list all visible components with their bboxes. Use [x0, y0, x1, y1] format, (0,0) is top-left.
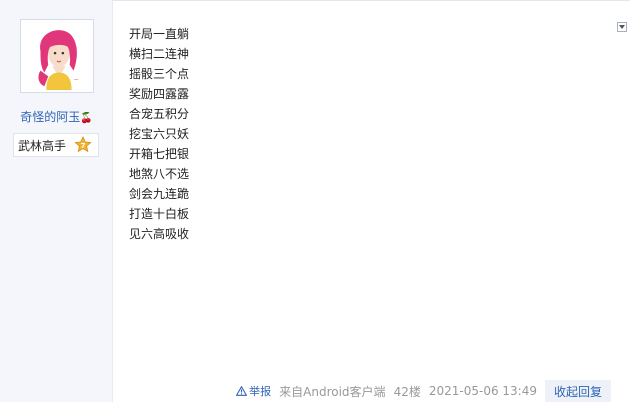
post-source: 来自Android客户端 [279, 384, 386, 399]
post-content: 开局一直躺 横扫二连神 摇骰三个点 奖励四露露 合宠五积分 挖宝六只妖 开箱七把… [129, 24, 189, 244]
collapse-replies-button[interactable]: 收起回复 [544, 380, 611, 402]
rank-badge-box: 武林高手 7 [13, 133, 99, 157]
post-line: 地煞八不选 [129, 167, 190, 181]
rank-level-number: 7 [81, 141, 86, 150]
top-divider [113, 0, 630, 1]
post-line: 合宠五积分 [129, 107, 190, 121]
warning-icon [236, 386, 248, 396]
post-line: 奖励四露露 [129, 87, 190, 101]
post-line: 挖宝六只妖 [129, 127, 190, 141]
author-sidebar: ~ 奇怪的阿玉🍒 武林高手 7 [0, 0, 113, 402]
avatar-image: ~ [23, 22, 91, 90]
post-line: 见六高吸收 [129, 227, 190, 241]
post-menu-toggle[interactable] [617, 22, 627, 32]
svg-text:~: ~ [74, 76, 80, 84]
report-link[interactable]: 举报 [236, 383, 271, 399]
cherry-icon: 🍒 [80, 113, 93, 124]
post-line: 开箱七把银 [129, 147, 190, 161]
rank-level-icon: 7 [74, 136, 92, 153]
post-line: 横扫二连神 [129, 47, 190, 61]
rank-title: 武林高手 [18, 138, 67, 153]
avatar[interactable]: ~ [20, 19, 94, 93]
post-line: 剑会九连跪 [129, 187, 190, 201]
report-label[interactable]: 举报 [249, 383, 271, 399]
post-line: 开局一直躺 [129, 27, 190, 41]
post-timestamp: 2021-05-06 13:49 [428, 384, 537, 398]
chevron-down-icon [619, 25, 625, 29]
post-line: 摇骰三个点 [129, 67, 190, 81]
floor-number: 42楼 [393, 384, 421, 399]
post-line: 打造十白板 [129, 207, 190, 221]
author-username[interactable]: 奇怪的阿玉🍒 [0, 108, 113, 125]
post-footer: 举报 来自Android客户端 42楼 2021-05-06 13:49 收起回… [236, 380, 611, 402]
username-text[interactable]: 奇怪的阿玉 [20, 110, 80, 124]
